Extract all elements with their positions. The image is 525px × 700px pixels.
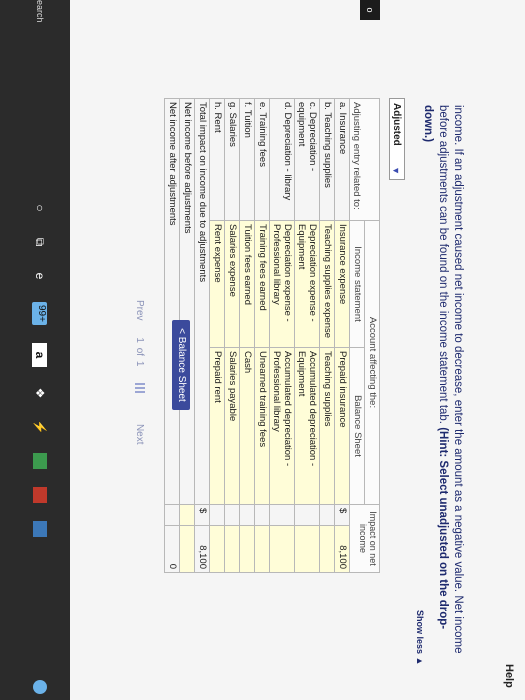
income-statement-cell[interactable]: Tuition fees earned <box>239 220 255 348</box>
income-statement-cell[interactable]: Salaries expense <box>224 220 240 348</box>
chevron-down-icon: ▼ <box>391 166 401 175</box>
currency-cell <box>294 504 320 526</box>
next-button[interactable]: Next <box>134 424 145 445</box>
table-row: g. Salaries Salaries expense Salaries paya… <box>224 98 240 573</box>
currency-cell <box>224 504 240 526</box>
pager: Prev 1 of 1 Next <box>134 300 145 459</box>
impact-input[interactable]: 8,100 <box>334 525 350 573</box>
impact-input[interactable] <box>209 525 225 573</box>
page-current: 1 <box>134 337 145 343</box>
entry-cell: a. Insurance <box>334 98 350 221</box>
income-statement-cell[interactable]: Training fees earned <box>254 220 270 348</box>
income-statement-cell[interactable]: Teaching supplies expense <box>319 220 335 348</box>
amazon-icon[interactable]: a <box>32 342 47 367</box>
impact-input[interactable] <box>269 525 295 573</box>
total-value: 8,100 <box>194 525 210 573</box>
view-dropdown[interactable]: Adjusted ▼ <box>389 98 405 180</box>
after-currency-cell <box>164 504 180 526</box>
income-statement-cell[interactable]: Depreciation expense - Equipment <box>294 220 320 348</box>
balance-sheet-cell[interactable]: Prepaid insurance <box>334 347 350 505</box>
adjustments-table: Adjusting entry related to: Account affe… <box>164 98 380 573</box>
balance-sheet-cell[interactable]: Cash <box>239 347 255 505</box>
col-account-affecting: Account affecting the: <box>364 220 380 505</box>
before-currency-cell[interactable] <box>179 504 195 526</box>
prev-button[interactable]: Prev <box>134 300 145 321</box>
side-tab[interactable]: o <box>360 0 380 20</box>
entry-cell: c. Depreciation - equipment <box>294 98 320 221</box>
total-currency: $ <box>194 504 210 526</box>
balance-sheet-cell[interactable]: Prepaid rent <box>209 347 225 505</box>
after-value: 0 <box>164 525 180 573</box>
header-row-1: Adjusting entry related to: Account affe… <box>349 98 380 573</box>
balance-sheet-nav-button[interactable]: < Balance Sheet <box>172 320 190 410</box>
page-of: of <box>134 347 145 357</box>
photo-frame: Help income. If an adjustment caused net… <box>0 0 525 700</box>
income-statement-cell[interactable]: Rent expense <box>209 220 225 348</box>
entry-cell: b. Teaching supplies <box>319 98 335 221</box>
impact-input[interactable] <box>294 525 320 573</box>
currency-cell: $ <box>334 504 350 526</box>
before-value-input[interactable] <box>179 525 195 573</box>
taskbar-icons: ○ ⧉ e 99+ a ❖ ⚡ <box>32 200 47 537</box>
screen: Help income. If an adjustment caused net… <box>0 0 525 700</box>
before-label: Net income before adjustments <box>179 98 195 505</box>
currency-cell <box>239 504 255 526</box>
show-less-link[interactable]: Show less ▲ <box>415 610 425 665</box>
table-row: f. Tuition Tuition fees earned Cash <box>239 98 255 573</box>
total-label: Total impact on income due to adjustment… <box>194 98 210 505</box>
dropdown-value: Adjusted <box>391 103 402 146</box>
impact-input[interactable] <box>239 525 255 573</box>
entry-cell: f. Tuition <box>239 98 255 221</box>
page-total: 1 <box>134 360 145 367</box>
currency-cell <box>254 504 270 526</box>
mail-badge[interactable]: 99+ <box>32 302 47 325</box>
entry-cell: d. Depreciation - library <box>269 98 295 221</box>
grid-icon[interactable] <box>134 383 145 394</box>
currency-cell <box>209 504 225 526</box>
impact-input[interactable] <box>319 525 335 573</box>
app-icon-blue[interactable] <box>33 520 47 537</box>
balance-sheet-cell[interactable]: Accumulated depreciation - Professional … <box>269 347 295 505</box>
col-income-statement: Income statement <box>349 220 365 348</box>
after-label: Net income after adjustments <box>164 98 180 505</box>
table-row: a. Insurance Insurance expense Prepaid ins… <box>334 98 350 573</box>
task-view-icon[interactable]: ⧉ <box>32 234 47 250</box>
entry-cell: e. Training fees <box>254 98 270 221</box>
col-balance-sheet: Balance Sheet <box>349 347 365 505</box>
currency-cell <box>319 504 335 526</box>
instructions: income. If an adjustment caused net inco… <box>420 105 465 665</box>
balance-sheet-cell[interactable]: Unearned training fees <box>254 347 270 505</box>
total-row: Total impact on income due to adjustment… <box>194 98 210 573</box>
col-impact: Impact on net income <box>349 504 380 573</box>
music-icon[interactable]: ⚡ <box>32 419 47 435</box>
tray-icon[interactable] <box>33 680 47 694</box>
balance-sheet-cell[interactable]: Salaries payable <box>224 347 240 505</box>
table-row: c. Depreciation - equipment Depreciation … <box>294 98 320 573</box>
table-row: e. Training fees Training fees earned Unea… <box>254 98 270 573</box>
help-link[interactable]: Help <box>503 664 515 688</box>
col-adjusting-entry: Adjusting entry related to: <box>349 98 380 221</box>
table-row: b. Teaching supplies Teaching supplies ex… <box>319 98 335 573</box>
edge-icon[interactable]: e <box>32 268 47 284</box>
income-statement-cell[interactable]: Depreciation expense - Professional libr… <box>269 220 295 348</box>
impact-input[interactable] <box>224 525 240 573</box>
income-statement-cell[interactable]: Insurance expense <box>334 220 350 348</box>
taskbar-search[interactable]: earch <box>35 0 45 23</box>
app-icon-red[interactable] <box>33 486 47 503</box>
entry-cell: g. Salaries <box>224 98 240 221</box>
dropbox-icon[interactable]: ❖ <box>32 385 47 401</box>
currency-cell <box>269 504 295 526</box>
page-indicator: 1 of 1 <box>134 337 145 369</box>
impact-input[interactable] <box>254 525 270 573</box>
table-row: d. Depreciation - library Depreciation ex… <box>269 98 295 573</box>
app-icon-green[interactable] <box>33 452 47 469</box>
balance-sheet-cell[interactable]: Teaching supplies <box>319 347 335 505</box>
cortana-icon[interactable]: ○ <box>32 200 47 216</box>
balance-sheet-cell[interactable]: Accumulated depreciation - Equipment <box>294 347 320 505</box>
entry-cell: h. Rent <box>209 98 225 221</box>
table-row: h. Rent Rent expense Prepaid rent <box>209 98 225 573</box>
